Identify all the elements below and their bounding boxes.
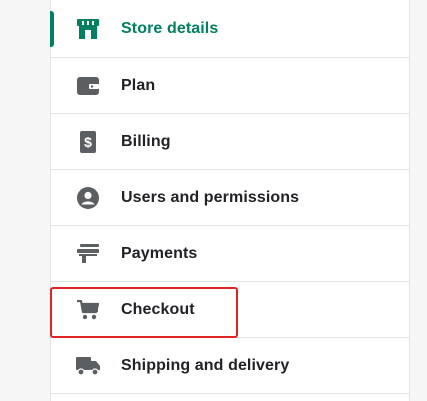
nav-item-label: Shipping and delivery bbox=[121, 356, 290, 374]
cart-icon bbox=[76, 298, 100, 322]
svg-text:$: $ bbox=[84, 134, 92, 150]
nav-item-label: Users and permissions bbox=[121, 188, 300, 206]
truck-icon bbox=[76, 354, 100, 378]
nav-item-users-and-permissions[interactable]: Users and permissions bbox=[51, 170, 409, 226]
nav-item-label: Plan bbox=[121, 76, 156, 94]
payment-card-icon bbox=[76, 242, 100, 266]
settings-nav-panel: Store details Plan $ Billing Users and p… bbox=[50, 0, 410, 401]
nav-item-shipping-and-delivery[interactable]: Shipping and delivery bbox=[51, 338, 409, 394]
nav-item-label: Billing bbox=[121, 132, 171, 150]
nav-item-payments[interactable]: Payments bbox=[51, 226, 409, 282]
nav-item-plan[interactable]: Plan bbox=[51, 58, 409, 114]
nav-item-billing[interactable]: $ Billing bbox=[51, 114, 409, 170]
store-icon bbox=[76, 17, 100, 41]
user-circle-icon bbox=[76, 186, 100, 210]
nav-item-checkout[interactable]: Checkout bbox=[51, 282, 409, 338]
wallet-icon bbox=[76, 74, 100, 98]
nav-item-store-details[interactable]: Store details bbox=[50, 0, 409, 58]
nav-item-label: Payments bbox=[121, 244, 198, 262]
nav-item-label: Store details bbox=[121, 19, 219, 37]
bill-dollar-icon: $ bbox=[76, 130, 100, 154]
nav-item-label: Checkout bbox=[121, 300, 195, 318]
active-indicator bbox=[50, 11, 54, 47]
